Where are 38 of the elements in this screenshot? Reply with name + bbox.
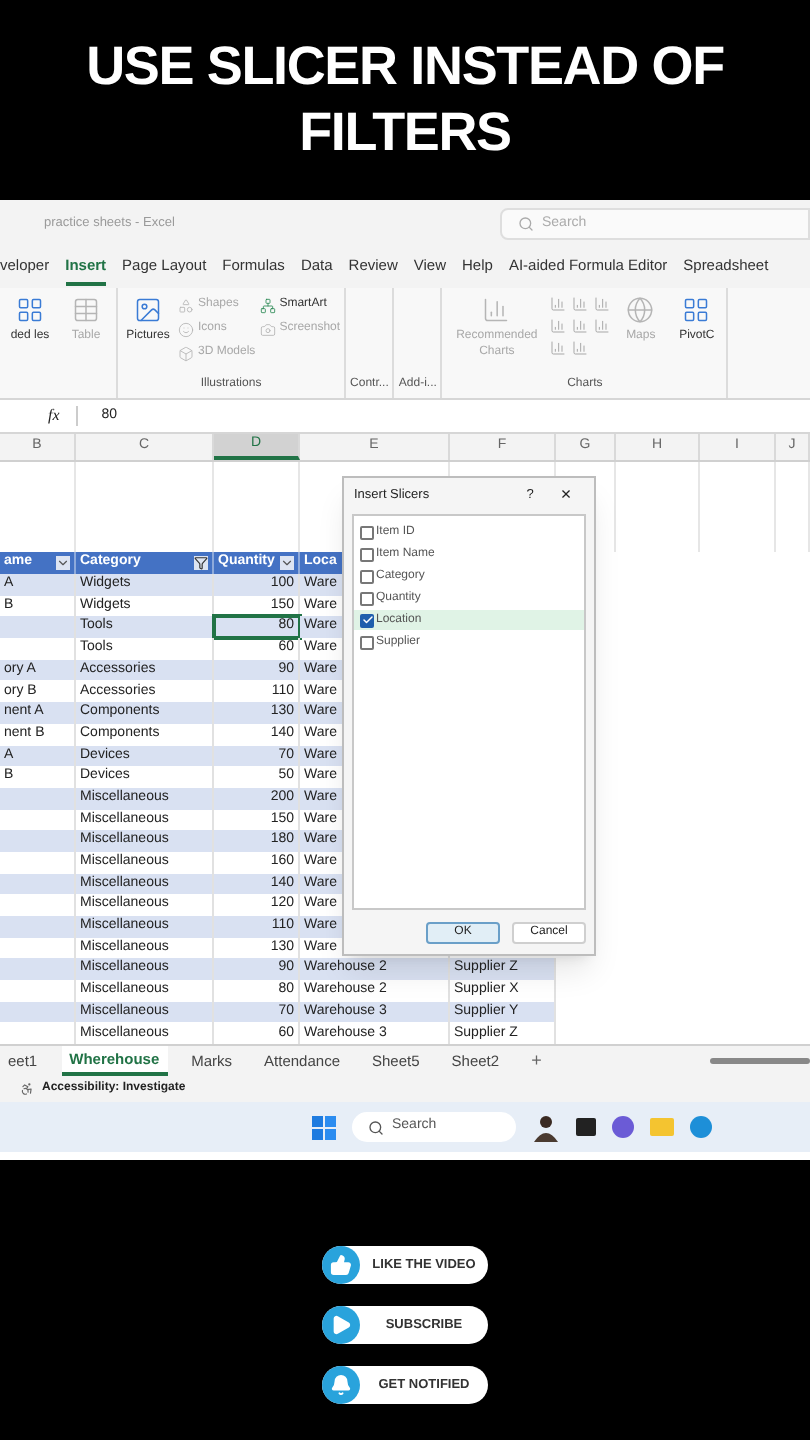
camera-icon [259, 321, 276, 337]
filter-icon[interactable] [194, 556, 208, 570]
dropdown-icon[interactable] [56, 556, 70, 570]
social-icon [322, 1246, 360, 1284]
social-icon [322, 1366, 360, 1404]
table-cell [0, 616, 76, 639]
globe-icon [626, 296, 655, 324]
windows-icon[interactable] [312, 1115, 336, 1140]
checkbox[interactable] [360, 547, 374, 561]
headline: USE SLICER INSTEAD OF FILTERS [84, 34, 726, 166]
browser-icon[interactable] [690, 1116, 712, 1139]
function-label: fx [48, 404, 60, 428]
cube-icon [178, 345, 194, 361]
checkbox[interactable] [360, 635, 374, 649]
grid-icon [682, 296, 711, 324]
smiley-icon [178, 321, 194, 337]
accessibility-icon [20, 1082, 34, 1097]
social-icon [322, 1306, 360, 1344]
add-sheet-button[interactable]: + [523, 1047, 550, 1075]
grid-icon [16, 296, 44, 324]
table-cell [0, 787, 76, 810]
app-icon[interactable] [576, 1118, 596, 1137]
table-icon [72, 296, 100, 324]
table-cell [0, 958, 76, 981]
checkbox[interactable] [360, 569, 374, 583]
checkbox[interactable] [360, 591, 374, 605]
picture-icon [134, 296, 162, 324]
dropdown-icon[interactable] [280, 556, 294, 570]
person-figure-icon[interactable] [532, 1113, 560, 1142]
search-icon [368, 1119, 384, 1136]
checkbox[interactable] [360, 525, 374, 539]
bar-chart-icon [482, 296, 511, 324]
chat-icon[interactable] [612, 1116, 634, 1139]
close-button[interactable]: × [548, 482, 584, 510]
diagram-icon [259, 297, 276, 313]
scrollbar[interactable] [710, 1058, 810, 1065]
search-icon [518, 216, 534, 232]
shapes-icon [178, 297, 194, 313]
